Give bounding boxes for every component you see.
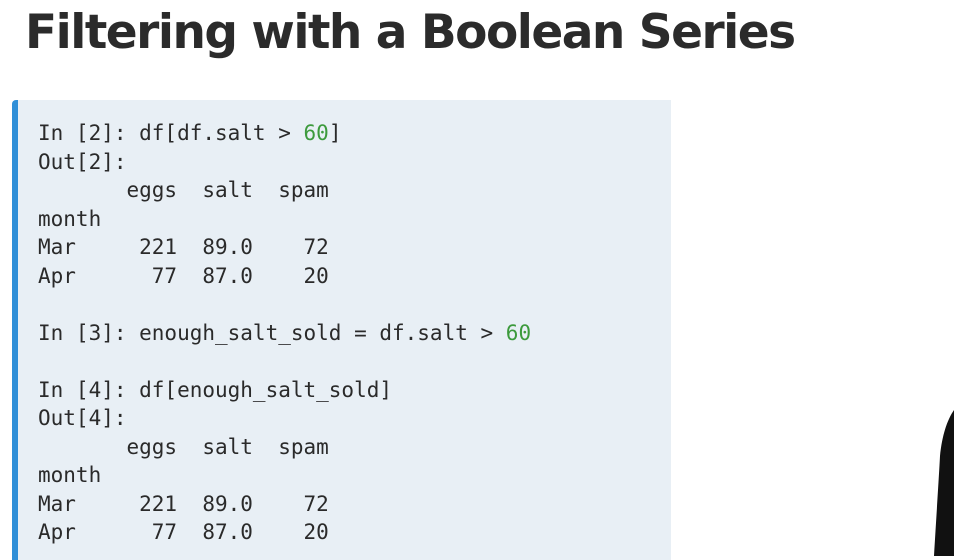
code-panel: In [2]: df[df.salt > 60] Out[2]: eggs sa… [12,100,671,560]
code-text: In [3]: enough_salt_sold = df.salt > [38,320,506,345]
output-table-row: Apr 77 87.0 20 [38,520,329,544]
output-table-header: eggs salt spam [38,434,329,459]
code-text: ] [328,121,342,145]
code-line-input-3: In [3]: enough_salt_sold = df.salt > 60 [38,319,531,348]
number-literal: 60 [505,320,532,345]
output-index-name: month [38,206,102,231]
output-table-row: Mar 221 89.0 72 [38,235,329,259]
code-text: In [2]: df[df.salt > [38,121,304,145]
number-literal: 60 [303,121,329,145]
code-line-output-4-label: Out[4]: [38,406,127,430]
output-index-name: month [38,463,102,487]
output-table-header: eggs salt spam [38,178,329,202]
code-line-input-4: In [4]: df[enough_salt_sold] [38,377,393,402]
code-block: In [2]: df[df.salt > 60] Out[2]: eggs sa… [38,119,531,547]
output-table-row: Apr 77 87.0 20 [38,263,329,288]
output-table-row: Mar 221 89.0 72 [38,491,329,516]
slide-title: Filtering with a Boolean Series [25,5,796,60]
code-line-input-2: In [2]: df[df.salt > 60] [38,119,531,148]
code-line-output-2-label: Out[2]: [38,149,127,174]
presenter-silhouette [934,410,954,556]
